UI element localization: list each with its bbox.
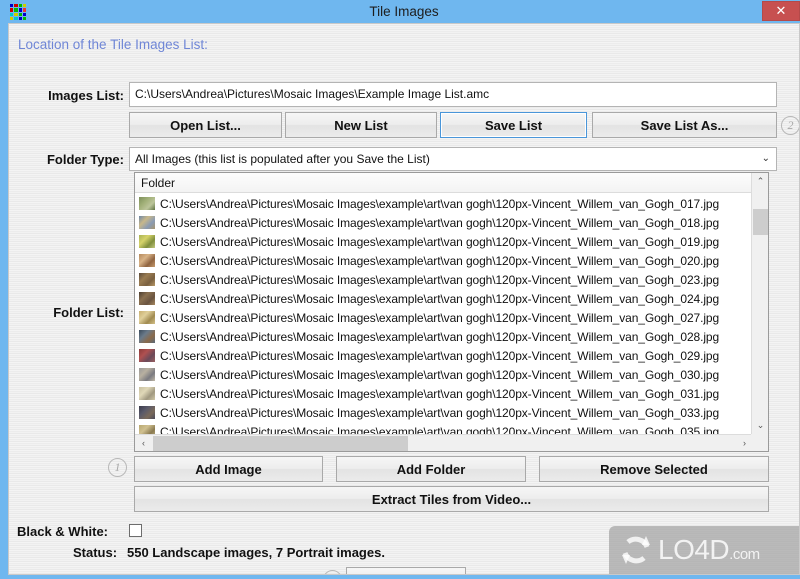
thumbnail-image (139, 216, 155, 229)
list-item-path: C:\Users\Andrea\Pictures\Mosaic Images\e… (160, 253, 720, 268)
lo4d-watermark: LO4D.com (609, 526, 799, 574)
remove-selected-button[interactable]: Remove Selected (539, 456, 769, 482)
folder-list-view[interactable]: Folder C:\Users\Andrea\Pictures\Mosaic I… (134, 172, 769, 452)
tile-images-window: Tile Images ✕ Location of the Tile Image… (0, 0, 800, 579)
list-item[interactable]: C:\Users\Andrea\Pictures\Mosaic Images\e… (135, 251, 753, 270)
folder-type-value: All Images (this list is populated after… (135, 152, 430, 166)
thumbnail-image (139, 235, 155, 248)
black-white-checkbox[interactable] (129, 524, 142, 537)
thumbnail-image (139, 292, 155, 305)
thumbnail-image (139, 425, 155, 434)
thumbnail-image (139, 330, 155, 343)
thumbnail-image (139, 254, 155, 267)
add-folder-button[interactable]: Add Folder (336, 456, 526, 482)
list-item[interactable]: C:\Users\Andrea\Pictures\Mosaic Images\e… (135, 213, 753, 232)
list-item-path: C:\Users\Andrea\Pictures\Mosaic Images\e… (160, 405, 720, 420)
column-header-folder[interactable]: Folder (135, 173, 753, 193)
images-list-input[interactable]: C:\Users\Andrea\Pictures\Mosaic Images\E… (129, 82, 777, 107)
title-bar: Tile Images ✕ (4, 0, 800, 23)
list-item[interactable]: C:\Users\Andrea\Pictures\Mosaic Images\e… (135, 403, 753, 422)
thumbnail-image (139, 349, 155, 362)
watermark-text: LO4D.com (658, 536, 760, 564)
watermark-suffix: .com (729, 546, 760, 563)
list-item-path: C:\Users\Andrea\Pictures\Mosaic Images\e… (160, 424, 720, 435)
ok-button[interactable]: OK (346, 567, 466, 574)
horizontal-scrollbar[interactable]: ‹ › (135, 434, 753, 451)
horizontal-scroll-thumb[interactable] (153, 436, 408, 451)
scroll-down-icon[interactable]: ⌄ (752, 417, 768, 434)
thumbnail-image (139, 368, 155, 381)
list-item[interactable]: C:\Users\Andrea\Pictures\Mosaic Images\e… (135, 232, 753, 251)
thumbnail-image (139, 197, 155, 210)
list-item-path: C:\Users\Andrea\Pictures\Mosaic Images\e… (160, 291, 720, 306)
new-list-button[interactable]: New List (285, 112, 437, 138)
vertical-scroll-thumb[interactable] (753, 209, 768, 235)
list-item-path: C:\Users\Andrea\Pictures\Mosaic Images\e… (160, 348, 720, 363)
watermark-brand: LO4D (658, 534, 730, 565)
step-badge-2: 2 (781, 116, 799, 135)
step-badge-3: 3 (323, 570, 342, 574)
folder-type-label: Folder Type: (46, 152, 124, 167)
folder-type-select[interactable]: All Images (this list is populated after… (129, 147, 777, 171)
scroll-left-icon[interactable]: ‹ (135, 435, 152, 451)
list-item[interactable]: C:\Users\Andrea\Pictures\Mosaic Images\e… (135, 365, 753, 384)
open-list-button[interactable]: Open List... (129, 112, 282, 138)
list-item[interactable]: C:\Users\Andrea\Pictures\Mosaic Images\e… (135, 422, 753, 434)
thumbnail-image (139, 387, 155, 400)
thumbnail-image (139, 406, 155, 419)
list-item[interactable]: C:\Users\Andrea\Pictures\Mosaic Images\e… (135, 194, 753, 213)
status-label: Status: (73, 545, 118, 560)
thumbnail-image (139, 273, 155, 286)
step-badge-1: 1 (108, 458, 127, 477)
refresh-arrows-icon (619, 533, 653, 567)
list-item[interactable]: C:\Users\Andrea\Pictures\Mosaic Images\e… (135, 308, 753, 327)
vertical-scrollbar[interactable]: ⌃ ⌄ (751, 173, 768, 434)
list-item[interactable]: C:\Users\Andrea\Pictures\Mosaic Images\e… (135, 384, 753, 403)
list-item-path: C:\Users\Andrea\Pictures\Mosaic Images\e… (160, 367, 720, 382)
images-list-label: Images List: (48, 88, 124, 103)
list-item[interactable]: C:\Users\Andrea\Pictures\Mosaic Images\e… (135, 270, 753, 289)
black-white-label: Black & White: (17, 524, 109, 539)
list-item-path: C:\Users\Andrea\Pictures\Mosaic Images\e… (160, 386, 720, 401)
list-item-path: C:\Users\Andrea\Pictures\Mosaic Images\e… (160, 272, 720, 287)
scrollbar-corner (751, 434, 768, 451)
list-item-path: C:\Users\Andrea\Pictures\Mosaic Images\e… (160, 196, 720, 211)
list-item[interactable]: C:\Users\Andrea\Pictures\Mosaic Images\e… (135, 346, 753, 365)
folder-list-rows[interactable]: C:\Users\Andrea\Pictures\Mosaic Images\e… (135, 194, 753, 434)
list-item-path: C:\Users\Andrea\Pictures\Mosaic Images\e… (160, 310, 720, 325)
chevron-down-icon: ⌄ (761, 153, 770, 164)
scroll-up-icon[interactable]: ⌃ (752, 173, 768, 190)
save-list-as-button[interactable]: Save List As... (592, 112, 777, 138)
list-item[interactable]: C:\Users\Andrea\Pictures\Mosaic Images\e… (135, 327, 753, 346)
save-list-button[interactable]: Save List (440, 112, 587, 138)
list-item-path: C:\Users\Andrea\Pictures\Mosaic Images\e… (160, 234, 720, 249)
list-item[interactable]: C:\Users\Andrea\Pictures\Mosaic Images\e… (135, 289, 753, 308)
window-title: Tile Images (369, 4, 439, 19)
dialog-client-area: Location of the Tile Images List: Images… (8, 23, 800, 575)
folder-list-label: Folder List: (53, 305, 124, 320)
status-value: 550 Landscape images, 7 Portrait images. (127, 545, 385, 560)
list-item-path: C:\Users\Andrea\Pictures\Mosaic Images\e… (160, 215, 720, 230)
section-header: Location of the Tile Images List: (18, 37, 208, 52)
list-item-path: C:\Users\Andrea\Pictures\Mosaic Images\e… (160, 329, 720, 344)
close-icon[interactable]: ✕ (762, 1, 800, 21)
extract-tiles-from-video-button[interactable]: Extract Tiles from Video... (134, 486, 769, 512)
add-image-button[interactable]: Add Image (134, 456, 323, 482)
thumbnail-image (139, 311, 155, 324)
